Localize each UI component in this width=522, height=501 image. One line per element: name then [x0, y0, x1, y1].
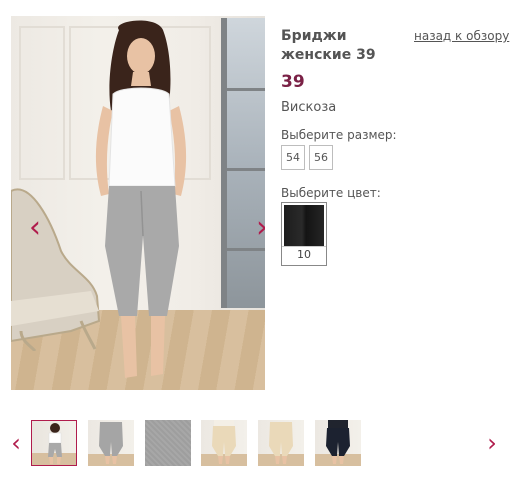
product-price: 39 — [281, 72, 305, 92]
product-page: ‹ › Бриджи женские 39 назад к обзору 39 … — [0, 0, 522, 501]
main-photo-next-arrow[interactable]: › — [252, 212, 265, 244]
size-option-54[interactable]: 54 — [281, 145, 305, 170]
thumbnail-1[interactable] — [31, 420, 77, 466]
color-option-10[interactable]: 10 — [281, 202, 327, 266]
thumbnail-4[interactable] — [201, 420, 247, 466]
size-options: 54 56 — [281, 145, 333, 170]
thumbnail-6[interactable] — [315, 420, 361, 466]
window-decor — [221, 18, 265, 308]
product-material: Вискоза — [281, 100, 337, 115]
product-title: Бриджи женские 39 — [281, 28, 376, 63]
size-option-56[interactable]: 56 — [309, 145, 333, 170]
thumbnail-5[interactable] — [258, 420, 304, 466]
thumbnails-prev-arrow[interactable]: ‹ — [8, 430, 24, 456]
thumbnails-next-arrow[interactable]: › — [484, 430, 500, 456]
thumbnail-strip: ‹ › — [0, 420, 522, 468]
color-swatch-fill — [284, 205, 324, 247]
back-to-overview-link[interactable]: назад к обзору — [414, 29, 509, 43]
main-photo-prev-arrow[interactable]: ‹ — [25, 212, 45, 244]
product-main-photo: ‹ › — [11, 16, 265, 390]
model-figure — [95, 20, 187, 378]
size-label: Выберите размер: — [281, 128, 397, 142]
color-option-label: 10 — [282, 246, 326, 263]
thumbnail-2[interactable] — [88, 420, 134, 466]
color-label: Выберите цвет: — [281, 186, 381, 200]
thumbnail-3[interactable] — [145, 420, 191, 466]
